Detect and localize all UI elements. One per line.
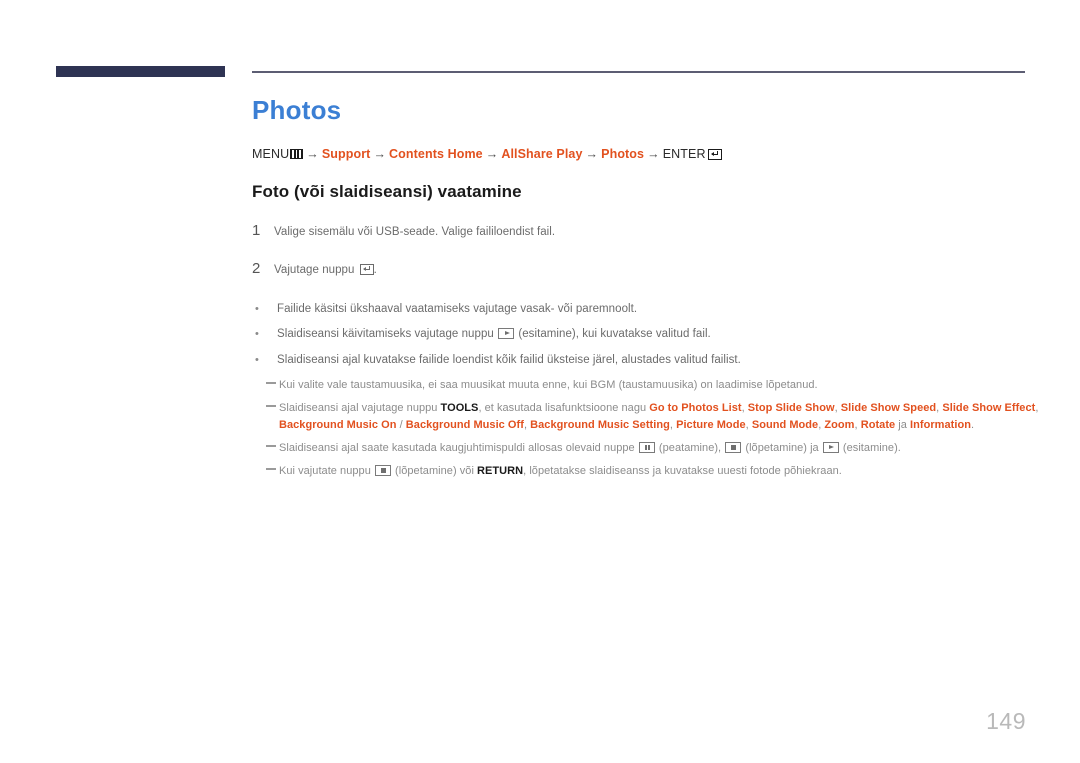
note-menu-option[interactable]: Sound Mode xyxy=(752,419,818,431)
page-number: 149 xyxy=(986,708,1026,734)
notes-list: Kui valite vale taustamuusika, ei saa mu… xyxy=(252,377,1042,480)
numbered-step: 2 Vajutage nuppu . xyxy=(252,260,1042,279)
step-text: Valige sisemälu või USB-seade. Valige fa… xyxy=(274,225,556,238)
bullet-marker-icon: • xyxy=(255,303,259,316)
note-menu-option[interactable]: Picture Mode xyxy=(676,419,746,431)
bullet-text: Slaidiseansi ajal kuvatakse failide loen… xyxy=(277,353,741,366)
step-number: 1 xyxy=(252,221,261,239)
note-dash-icon xyxy=(266,445,279,447)
note-menu-option[interactable]: Go to Photos List xyxy=(649,402,741,414)
enter-icon xyxy=(707,148,722,160)
stop-icon xyxy=(725,441,742,453)
stop-icon xyxy=(374,465,391,477)
note-tools: Slaidiseansi ajal vajutage nuppu TOOLS, … xyxy=(252,400,1042,434)
bullet-item: • Failide käsitsi ükshaaval vaatamiseks v… xyxy=(252,301,1042,318)
header-accent-bar xyxy=(56,66,225,77)
note-text: Slaidiseansi ajal saate kasutada kaugjuh… xyxy=(279,441,901,454)
note-menu-option[interactable]: Background Music Setting xyxy=(530,419,670,431)
breadcrumb-item-allshare-play[interactable]: AllShare Play xyxy=(501,147,582,161)
note-dash-icon xyxy=(266,382,279,384)
bullet-marker-icon: • xyxy=(255,328,259,341)
breadcrumb-arrow-icon: → xyxy=(485,146,499,161)
bullet-list: • Failide käsitsi ükshaaval vaatamiseks v… xyxy=(252,301,1042,369)
breadcrumb-item-photos[interactable]: Photos xyxy=(601,147,644,161)
numbered-steps: 1 Valige sisemälu või USB-seade. Valige f… xyxy=(252,222,1042,280)
breadcrumb: MENU → Support → Contents Home → AllShare Play… xyxy=(252,147,1042,161)
step-number: 2 xyxy=(252,259,261,277)
breadcrumb-arrow-icon: → xyxy=(647,146,660,161)
breadcrumb-item-support[interactable]: Support xyxy=(322,147,371,161)
pause-icon xyxy=(638,441,655,453)
note-text: Kui valite vale taustamuusika, ei saa mu… xyxy=(279,378,818,391)
note-menu-option[interactable]: Slide Show Effect xyxy=(942,402,1035,414)
note-emphasis-key: RETURN xyxy=(477,465,524,478)
note-menu-option[interactable]: Background Music On xyxy=(279,419,397,431)
note-return: Kui vajutate nuppu (lõpetamine) või RETU… xyxy=(252,463,1042,480)
bullet-item: • Slaidiseansi käivitamiseks vajutage nup… xyxy=(252,326,1042,343)
note-emphasis-key: TOOLS xyxy=(440,401,479,414)
note-menu-option[interactable]: Information xyxy=(910,419,971,431)
note-menu-option[interactable]: Slide Show Speed xyxy=(841,402,936,414)
note-text: Kui vajutate nuppu (lõpetamine) või RETU… xyxy=(279,465,842,478)
note-bgm: Kui valite vale taustamuusika, ei saa mu… xyxy=(252,377,1042,394)
play-icon xyxy=(498,328,515,340)
note-menu-option[interactable]: Stop Slide Show xyxy=(748,402,835,414)
page-title: Photos xyxy=(252,95,342,125)
note-menu-option[interactable]: Background Music Off xyxy=(406,419,524,431)
bullet-text: Failide käsitsi ükshaaval vaatamiseks va… xyxy=(277,303,638,316)
bullet-text: Slaidiseansi käivitamiseks vajutage nupp… xyxy=(277,328,711,341)
breadcrumb-arrow-icon: → xyxy=(306,146,319,161)
bullet-marker-icon: • xyxy=(255,353,259,366)
breadcrumb-arrow-icon: → xyxy=(585,146,599,161)
note-remote-keys: Slaidiseansi ajal saate kasutada kaugjuh… xyxy=(252,440,1042,457)
header-divider-rule xyxy=(252,71,1025,73)
section-heading: Foto (või slaidiseansi) vaatamine xyxy=(252,181,522,201)
play-icon xyxy=(822,441,839,453)
breadcrumb-arrow-icon: → xyxy=(373,146,387,161)
note-text: Slaidiseansi ajal vajutage nuppu TOOLS, … xyxy=(279,401,1039,431)
bullet-item: • Slaidiseansi ajal kuvatakse failide loe… xyxy=(252,352,1042,369)
step-text: Vajutage nuppu . xyxy=(274,263,377,276)
numbered-step: 1 Valige sisemälu või USB-seade. Valige f… xyxy=(252,222,1042,241)
note-dash-icon xyxy=(266,405,279,407)
breadcrumb-item-menu: MENU xyxy=(252,146,290,161)
breadcrumb-item-contents-home[interactable]: Contents Home xyxy=(389,147,483,161)
page-content: Photos MENU → Support → Contents Home → AllSha… xyxy=(252,96,1042,486)
note-menu-option[interactable]: Zoom xyxy=(824,419,854,431)
menu-icon xyxy=(290,148,304,159)
enter-icon xyxy=(359,263,374,275)
note-dash-icon xyxy=(266,468,279,471)
breadcrumb-item-enter: ENTER xyxy=(662,146,706,161)
note-menu-option[interactable]: Rotate xyxy=(861,419,895,431)
